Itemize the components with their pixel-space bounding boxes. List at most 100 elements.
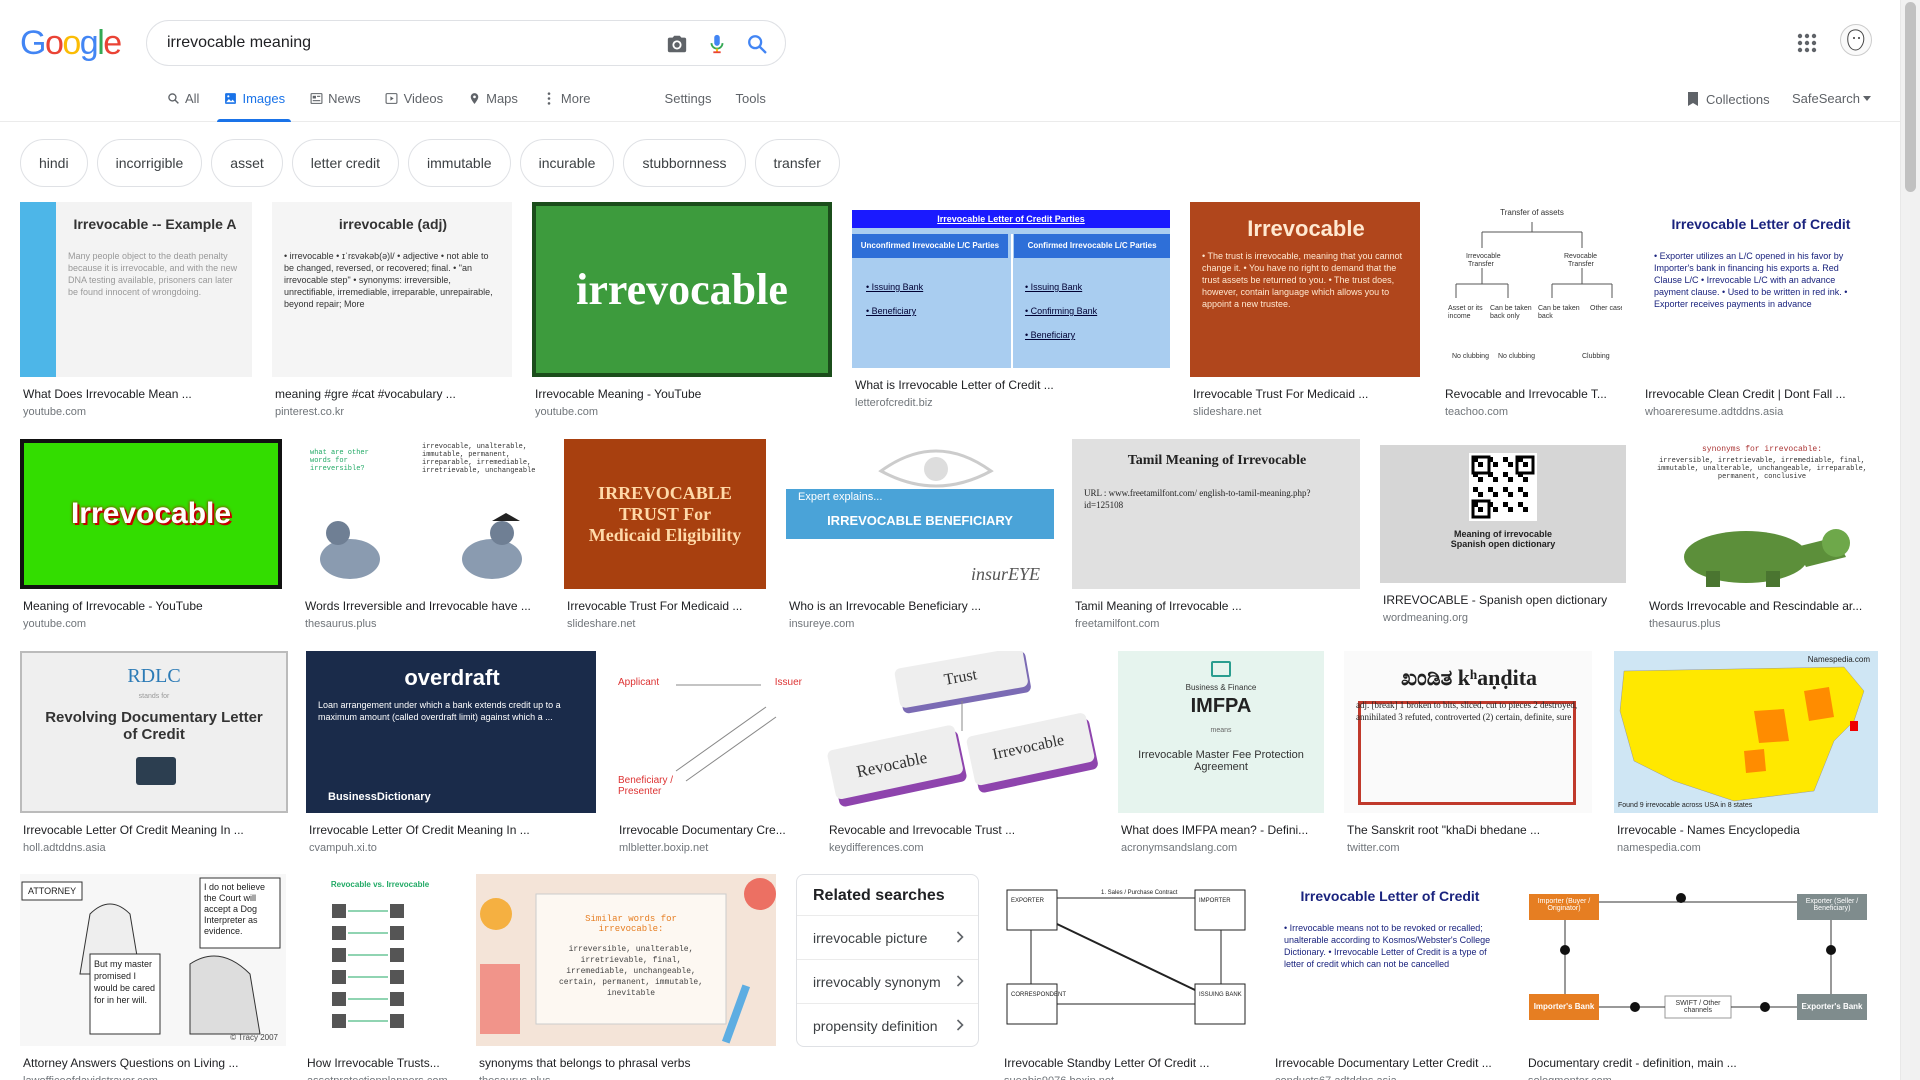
result-source[interactable]: keydifferences.com bbox=[829, 842, 1097, 854]
result-title[interactable]: Irrevocable - Names Encyclopedia bbox=[1617, 823, 1875, 837]
result-title[interactable]: Irrevocable Letter Of Credit Meaning In … bbox=[309, 823, 593, 837]
result-source[interactable]: wordmeaning.org bbox=[1383, 612, 1623, 624]
image-result[interactable]: Revocable vs. Irrevocable How Irrevocable… bbox=[304, 874, 456, 1080]
related-chip[interactable]: incorrigible bbox=[96, 139, 203, 187]
result-thumbnail[interactable]: irrevocable (adj) • irrevocable • ɪˈrɛvək… bbox=[272, 202, 512, 377]
result-thumbnail[interactable]: Business & Finance IMFPA means Irrevocable … bbox=[1118, 651, 1324, 813]
result-title[interactable]: How Irrevocable Trusts... bbox=[307, 1056, 453, 1070]
image-result[interactable]: Importer (Buyer / Originator) Exporter (S… bbox=[1525, 874, 1878, 1080]
result-source[interactable]: slideshare.net bbox=[567, 618, 763, 630]
result-source[interactable]: pinterest.co.kr bbox=[275, 406, 509, 418]
image-result[interactable]: ATTORNEY I do not believe the Court will … bbox=[20, 874, 286, 1080]
image-result[interactable]: IRREVOCABLE TRUST For Medicaid Eligibili… bbox=[564, 439, 766, 637]
image-result[interactable]: ಖಂಡಿತ kʰaṇḍita adj. [break] 1 broken to b… bbox=[1344, 651, 1592, 861]
result-thumbnail[interactable]: what are other words for irreversible? ir… bbox=[302, 439, 546, 589]
image-result[interactable]: Irrevocable Letter of Credit Parties Unco… bbox=[852, 210, 1170, 416]
avatar[interactable] bbox=[1840, 24, 1872, 56]
result-thumbnail[interactable]: Revocable vs. Irrevocable bbox=[304, 874, 456, 1046]
related-search-item[interactable]: irrevocably synonym bbox=[797, 960, 978, 1004]
result-thumbnail[interactable]: Found 9 irrevocable across USA in 8 stat… bbox=[1614, 651, 1878, 813]
safesearch-dropdown[interactable]: SafeSearch bbox=[1792, 91, 1871, 106]
result-source[interactable]: twitter.com bbox=[1347, 842, 1589, 854]
result-thumbnail[interactable]: Irrevocable Letter of Credit Parties Unco… bbox=[852, 210, 1170, 368]
result-title[interactable]: What does IMFPA mean? - Defini... bbox=[1121, 823, 1321, 837]
image-result[interactable]: Similar words for irrevocable: irreversib… bbox=[476, 874, 776, 1080]
result-source[interactable]: namespedia.com bbox=[1617, 842, 1875, 854]
result-thumbnail[interactable]: IRREVOCABLE TRUST For Medicaid Eligibili… bbox=[564, 439, 766, 589]
related-chip[interactable]: transfer bbox=[754, 139, 840, 187]
result-thumbnail[interactable]: Expert explains... IRREVOCABLE BENEFICIAR… bbox=[786, 439, 1054, 589]
result-source[interactable]: teachoo.com bbox=[1445, 406, 1619, 418]
result-title[interactable]: Irrevocable Trust For Medicaid ... bbox=[567, 599, 763, 613]
result-source[interactable]: slideshare.net bbox=[1193, 406, 1417, 418]
result-thumbnail[interactable]: RDLC stands for Revolving Documentary Lett… bbox=[20, 651, 288, 813]
image-result[interactable]: Expert explains... IRREVOCABLE BENEFICIAR… bbox=[786, 439, 1054, 637]
result-thumbnail[interactable]: Applicant Issuer Beneficiary / Presenter bbox=[616, 651, 806, 813]
related-chip[interactable]: letter credit bbox=[291, 139, 400, 187]
image-result[interactable]: RDLC stands for Revolving Documentary Lett… bbox=[20, 651, 288, 861]
google-logo[interactable]: Google bbox=[20, 24, 122, 63]
result-thumbnail[interactable]: Tamil Meaning of Irrevocable URL : www.fr… bbox=[1072, 439, 1360, 589]
image-result[interactable]: Business & Finance IMFPA means Irrevocable … bbox=[1118, 651, 1324, 861]
collections-link[interactable]: Collections bbox=[1686, 91, 1770, 107]
result-source[interactable]: sueabis9076.boxip.net bbox=[1004, 1075, 1248, 1080]
result-title[interactable]: What Does Irrevocable Mean ... bbox=[23, 387, 249, 401]
image-result[interactable]: Meaning of irrevocable Spanish open dict… bbox=[1380, 445, 1626, 631]
result-thumbnail[interactable]: Irrevocable -- Example A Many people obje… bbox=[20, 202, 252, 377]
result-source[interactable]: sologmentor.com bbox=[1528, 1075, 1875, 1080]
image-result[interactable]: EXPORTER IMPORTER CORRESPONDENT ISSUING BAN… bbox=[1001, 874, 1251, 1080]
tab-all[interactable]: All bbox=[166, 88, 199, 122]
image-result[interactable]: overdraft Loan arrangement under which a … bbox=[306, 651, 596, 861]
related-chip[interactable]: asset bbox=[211, 139, 283, 187]
result-source[interactable]: youtube.com bbox=[23, 618, 279, 630]
scrollbar-thumb[interactable] bbox=[1905, 2, 1916, 192]
result-source[interactable]: letterofcredit.biz bbox=[855, 397, 1167, 409]
image-result[interactable]: irrevocable Irrevocable Meaning - YouTube… bbox=[532, 202, 832, 425]
result-thumbnail[interactable]: EXPORTER IMPORTER CORRESPONDENT ISSUING BAN… bbox=[1001, 874, 1251, 1046]
result-title[interactable]: Irrevocable Clean Credit | Dont Fall ... bbox=[1645, 387, 1875, 401]
result-title[interactable]: IRREVOCABLE - Spanish open dictionary bbox=[1383, 593, 1623, 607]
search-box[interactable] bbox=[146, 20, 786, 66]
result-title[interactable]: synonyms that belongs to phrasal verbs bbox=[479, 1056, 773, 1070]
result-source[interactable]: thesaurus.plus bbox=[1649, 618, 1875, 630]
result-title[interactable]: meaning #gre #cat #vocabulary ... bbox=[275, 387, 509, 401]
result-title[interactable]: Revocable and Irrevocable Trust ... bbox=[829, 823, 1097, 837]
result-thumbnail[interactable]: ATTORNEY I do not believe the Court will … bbox=[20, 874, 286, 1046]
tab-tools[interactable]: Tools bbox=[736, 88, 766, 122]
result-title[interactable]: The Sanskrit root "khaDi bhedane ... bbox=[1347, 823, 1589, 837]
result-thumbnail[interactable]: irrevocable bbox=[532, 202, 832, 377]
result-thumbnail[interactable]: Trust Revocable Irrevocable bbox=[826, 651, 1100, 813]
tab-more[interactable]: More bbox=[542, 88, 591, 122]
result-title[interactable]: Words Irreversible and Irrevocable have … bbox=[305, 599, 543, 613]
image-result[interactable]: Transfer of assets Irrevocable Transfer Rev… bbox=[1442, 202, 1622, 425]
result-title[interactable]: Documentary credit - definition, main ..… bbox=[1528, 1056, 1875, 1070]
image-result[interactable]: Trust Revocable Irrevocable Revocable and I… bbox=[826, 651, 1100, 861]
related-chip[interactable]: stubbornness bbox=[623, 139, 746, 187]
result-title[interactable]: Words Irrevocable and Rescindable ar... bbox=[1649, 599, 1875, 613]
result-title[interactable]: Irrevocable Standby Letter Of Credit ... bbox=[1004, 1056, 1248, 1070]
result-source[interactable]: mlbletter.boxip.net bbox=[619, 842, 803, 854]
result-title[interactable]: Tamil Meaning of Irrevocable ... bbox=[1075, 599, 1357, 613]
search-submit-icon[interactable] bbox=[745, 32, 769, 56]
image-result[interactable]: Irrevocable -- Example A Many people obje… bbox=[20, 202, 252, 425]
result-title[interactable]: Irrevocable Letter Of Credit Meaning In … bbox=[23, 823, 285, 837]
result-source[interactable]: whoareresume.adtddns.asia bbox=[1645, 406, 1875, 418]
result-title[interactable]: Meaning of Irrevocable - YouTube bbox=[23, 599, 279, 613]
image-result[interactable]: irrevocable (adj) • irrevocable • ɪˈrɛvək… bbox=[272, 202, 512, 425]
result-thumbnail[interactable]: Meaning of irrevocable Spanish open dict… bbox=[1380, 445, 1626, 583]
related-chip[interactable]: immutable bbox=[408, 139, 511, 187]
result-title[interactable]: Irrevocable Trust For Medicaid ... bbox=[1193, 387, 1417, 401]
result-thumbnail[interactable]: overdraft Loan arrangement under which a … bbox=[306, 651, 596, 813]
camera-icon[interactable] bbox=[665, 32, 689, 56]
tab-news[interactable]: News bbox=[309, 88, 361, 122]
related-chip[interactable]: hindi bbox=[20, 139, 88, 187]
result-title[interactable]: Revocable and Irrevocable T... bbox=[1445, 387, 1619, 401]
result-thumbnail[interactable]: Irrevocable bbox=[20, 439, 282, 589]
tab-settings[interactable]: Settings bbox=[665, 88, 712, 122]
image-result[interactable]: Irrevocable Letter of Credit • Irrevocabl… bbox=[1272, 874, 1506, 1080]
result-thumbnail[interactable]: Irrevocable Letter of Credit • Exporter u… bbox=[1642, 202, 1878, 377]
result-title[interactable]: Irrevocable Documentary Cre... bbox=[619, 823, 803, 837]
tab-maps[interactable]: Maps bbox=[467, 88, 518, 122]
result-title[interactable]: Attorney Answers Questions on Living ... bbox=[23, 1056, 283, 1070]
result-source[interactable]: holl.adtddns.asia bbox=[23, 842, 285, 854]
